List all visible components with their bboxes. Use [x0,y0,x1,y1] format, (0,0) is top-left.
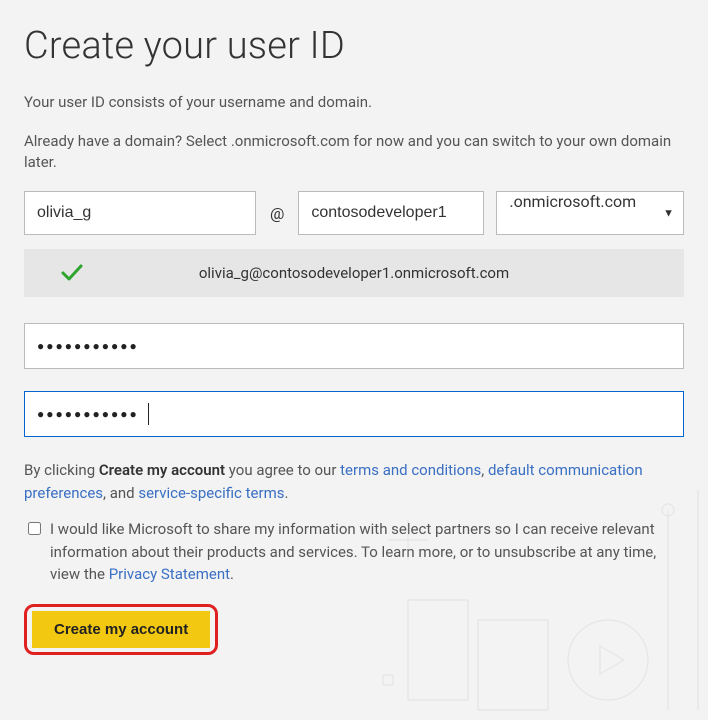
share-info-checkbox[interactable] [28,522,41,535]
create-account-button[interactable]: Create my account [32,611,210,648]
intro-text-1: Your user ID consists of your username a… [24,92,684,113]
userid-row: @ .onmicrosoft.com ▼ [24,191,684,235]
password-wrap [24,323,684,369]
cta-highlight: Create my account [24,604,218,655]
service-specific-terms-link[interactable]: service-specific terms [138,484,284,502]
confirm-password-input[interactable] [24,391,684,437]
terms-and-conditions-link[interactable]: terms and conditions [340,461,481,479]
checkmark-icon [60,261,84,285]
at-separator: @ [268,204,286,223]
confirm-password-wrap [24,391,684,437]
intro-text-2: Already have a domain? Select .onmicroso… [24,131,684,173]
decorative-background [368,480,708,720]
username-input[interactable] [24,191,256,235]
userid-confirmation-text: olivia_g@contosodeveloper1.onmicrosoft.c… [24,264,684,282]
userid-confirmation-row: olivia_g@contosodeveloper1.onmicrosoft.c… [24,249,684,297]
tenant-input[interactable] [298,191,484,235]
tld-select[interactable]: .onmicrosoft.com [496,191,684,235]
consent-row: I would like Microsoft to share my infor… [24,518,684,586]
password-input[interactable] [24,323,684,369]
page-title: Create your user ID [24,24,684,68]
tld-select-wrap: .onmicrosoft.com ▼ [496,191,684,235]
privacy-statement-link[interactable]: Privacy Statement [109,565,230,583]
terms-text: By clicking Create my account you agree … [24,459,684,504]
